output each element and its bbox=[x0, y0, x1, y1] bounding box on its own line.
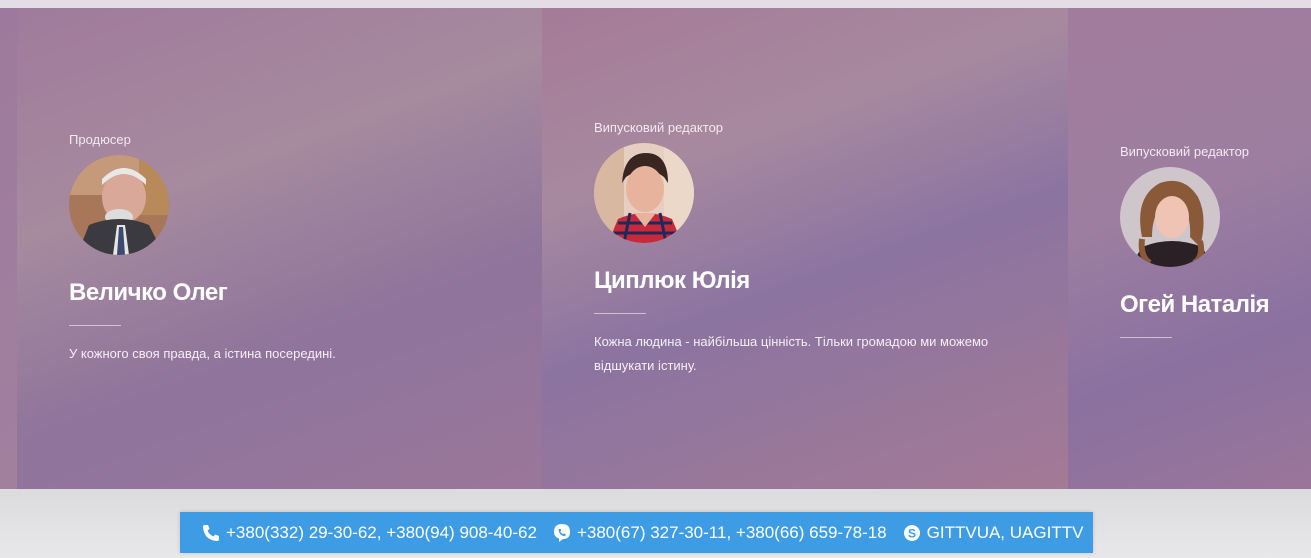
team-member-role: Продюсер bbox=[69, 132, 131, 147]
top-strip bbox=[0, 0, 1311, 8]
team-member-name: Огей Наталія bbox=[1120, 291, 1270, 318]
skype-accounts[interactable]: GITTVUA, UAGITTV bbox=[927, 523, 1084, 543]
avatar bbox=[69, 155, 169, 255]
team-member-role: Випусковий редактор bbox=[1120, 144, 1250, 159]
avatar-photo bbox=[594, 143, 694, 243]
phone-contacts: +380(332) 29-30-62, +380(94) 908-40-62 bbox=[200, 522, 537, 544]
team-card-content: Випусковий редактор Циплюк Юлія Кожна лю… bbox=[594, 120, 1028, 378]
skype-icon: S bbox=[901, 522, 923, 544]
team-member-name: Величко Олег bbox=[69, 279, 228, 306]
phone-icon bbox=[200, 522, 222, 544]
contact-bar: +380(332) 29-30-62, +380(94) 908-40-62 +… bbox=[180, 512, 1093, 553]
team-card-content: Продюсер Величко Олег У кожного своя пра… bbox=[69, 132, 502, 366]
avatar-photo bbox=[1120, 167, 1220, 267]
avatar bbox=[594, 143, 694, 243]
team-member-role: Випусковий редактор bbox=[594, 120, 724, 135]
viber-icon bbox=[551, 522, 573, 544]
avatar bbox=[1120, 167, 1220, 267]
divider bbox=[69, 325, 121, 326]
team-member-name: Циплюк Юлія bbox=[594, 267, 750, 294]
avatar-photo bbox=[69, 155, 169, 255]
team-card-2: Випусковий редактор Циплюк Юлія Кожна лю… bbox=[542, 8, 1068, 489]
skype-contacts: S GITTVUA, UAGITTV bbox=[901, 522, 1084, 544]
team-card-3: Випусковий редактор Огей Наталія bbox=[1068, 8, 1311, 489]
team-member-quote: У кожного своя правда, а істина посереди… bbox=[69, 346, 336, 361]
viber-numbers[interactable]: +380(67) 327-30-11, +380(66) 659-78-18 bbox=[577, 523, 887, 543]
team-card-content: Випусковий редактор Огей Наталія bbox=[1120, 144, 1271, 354]
divider bbox=[1120, 337, 1172, 338]
viber-contacts: +380(67) 327-30-11, +380(66) 659-78-18 bbox=[551, 522, 887, 544]
svg-text:S: S bbox=[908, 526, 916, 540]
team-card-1: Продюсер Величко Олег У кожного своя пра… bbox=[17, 8, 542, 489]
divider bbox=[594, 313, 646, 314]
team-member-quote: Кожна людина - найбільша цінність. Тільк… bbox=[594, 334, 989, 373]
phone-numbers[interactable]: +380(332) 29-30-62, +380(94) 908-40-62 bbox=[226, 523, 537, 543]
